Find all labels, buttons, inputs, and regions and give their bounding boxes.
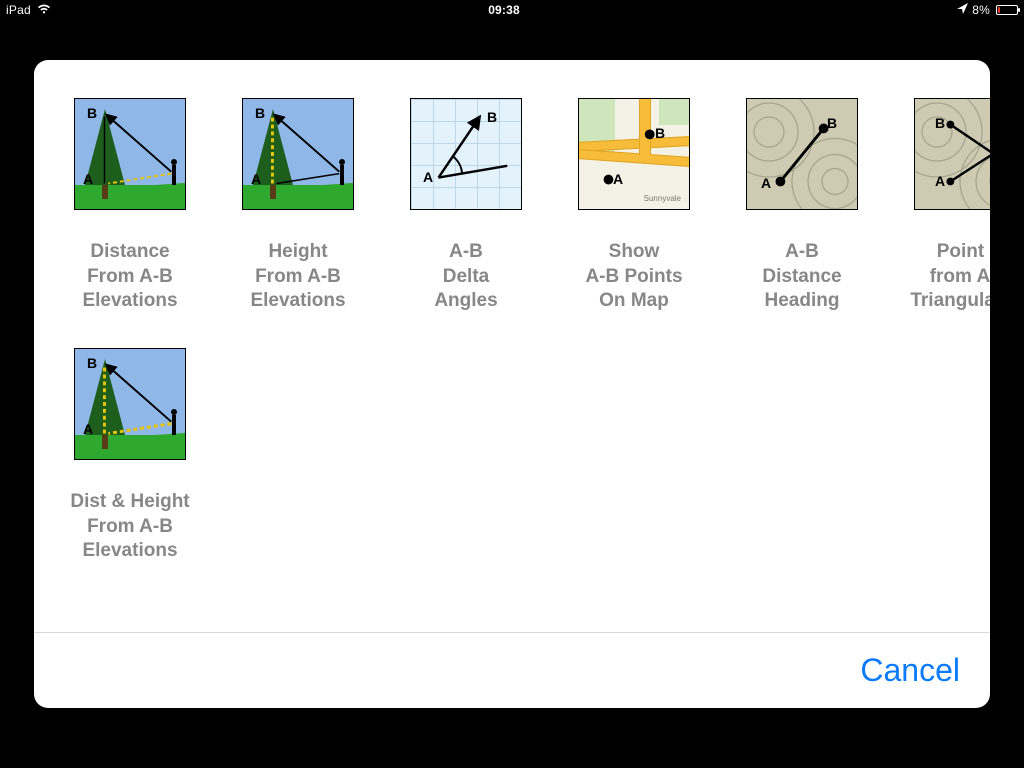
option-label: A-B Delta Angles — [434, 240, 497, 314]
option-height-ab-elevations[interactable]: A B Height From A-B Elevations — [228, 98, 368, 314]
option-ab-delta-angles[interactable]: A B A-B Delta Angles — [396, 98, 536, 314]
battery-percent: 8% — [972, 3, 990, 17]
status-bar: iPad 09:38 8% — [0, 0, 1024, 20]
option-label: Point C from A-B Triangulation — [910, 240, 990, 314]
wifi-icon — [37, 3, 51, 18]
cancel-button[interactable]: Cancel — [860, 652, 960, 689]
option-label: Height From A-B Elevations — [250, 240, 345, 314]
device-label: iPad — [6, 3, 31, 17]
option-thumb: A B — [410, 98, 522, 210]
clock: 09:38 — [51, 3, 957, 17]
option-ab-distance-heading[interactable]: A B A-B Distance Heading — [732, 98, 872, 314]
option-thumb: A B — [74, 348, 186, 460]
option-label: Dist & Height From A-B Elevations — [70, 490, 189, 564]
option-dist-and-height-ab-elevations[interactable]: A B Dist & Height From A-B Elevations — [60, 348, 200, 564]
option-distance-ab-elevations[interactable]: A B Distance From A-B Elevations — [60, 98, 200, 314]
battery-icon — [996, 5, 1018, 15]
map-city-label: Sunnyvale — [644, 194, 681, 203]
location-icon — [957, 3, 968, 17]
option-thumb: A B Sunnyvale — [578, 98, 690, 210]
option-point-c-triangulation[interactable]: A B C Point C from A-B Triangulation — [900, 98, 990, 314]
option-show-ab-on-map[interactable]: A B Sunnyvale Show A-B Points On Map — [564, 98, 704, 314]
option-thumb: A B — [242, 98, 354, 210]
option-label: A-B Distance Heading — [762, 240, 841, 314]
option-thumb: A B C — [914, 98, 990, 210]
option-grid: A B Distance From A-B Elevations A — [60, 98, 964, 564]
option-label: Distance From A-B Elevations — [82, 240, 177, 314]
cancel-bar: Cancel — [34, 632, 990, 708]
option-label: Show A-B Points On Map — [585, 240, 682, 314]
option-thumb: A B — [746, 98, 858, 210]
action-sheet: A B Distance From A-B Elevations A — [34, 60, 990, 708]
option-thumb: A B — [74, 98, 186, 210]
